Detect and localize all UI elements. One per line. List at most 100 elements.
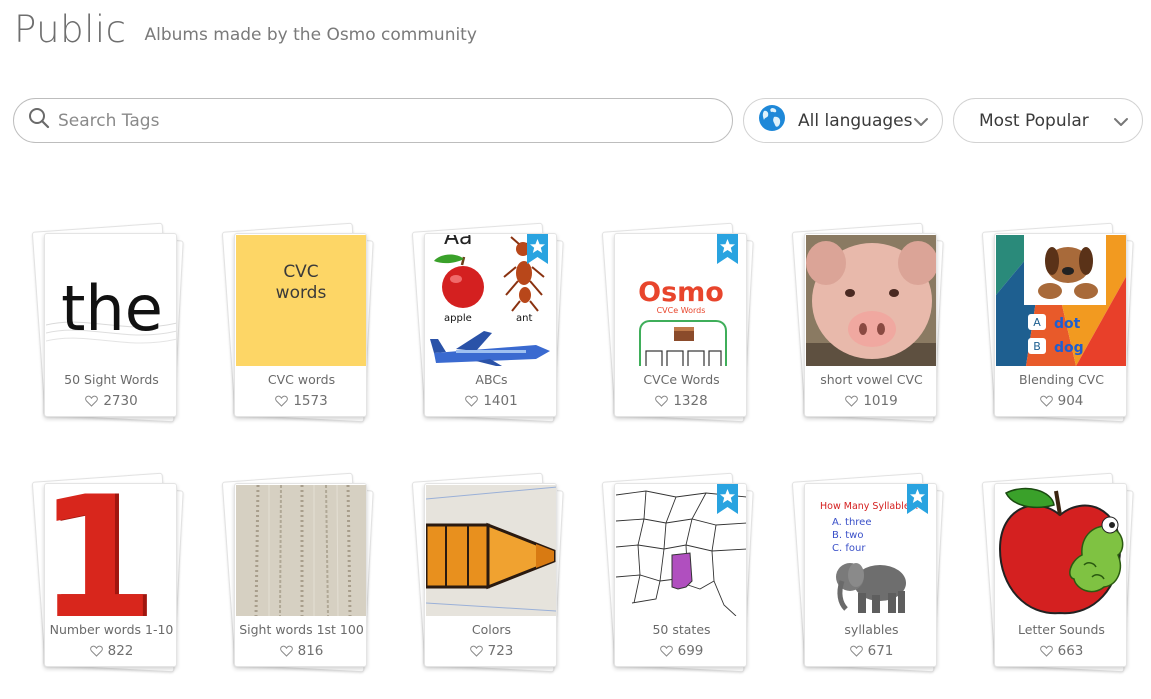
star-ribbon-icon — [717, 484, 738, 514]
album-likes: 2730 — [45, 393, 176, 409]
album-name: Colors — [471, 622, 512, 637]
album-card[interactable]: A dot B dog Blending CVC 904 — [981, 222, 1134, 423]
thumb-text: 1 — [46, 485, 154, 616]
album-card-face[interactable]: How Many Syllables? A. three B. two C. f… — [804, 483, 937, 667]
chevron-down-icon — [912, 113, 930, 131]
album-card[interactable]: How Many Syllables? A. three B. two C. f… — [791, 472, 944, 673]
heart-icon — [1039, 645, 1053, 657]
album-likes: 1573 — [235, 393, 366, 409]
album-likes: 1328 — [615, 393, 746, 409]
heart-icon — [849, 645, 863, 657]
thumb-text: words — [276, 283, 327, 303]
likes-count: 822 — [107, 643, 134, 659]
likes-count: 671 — [867, 643, 894, 659]
album-name: short vowel CVC — [820, 372, 923, 387]
album-card-face[interactable]: 1 1 Number words 1-10 822 — [44, 483, 177, 667]
album-thumbnail — [806, 235, 936, 366]
album-thumbnail — [996, 485, 1126, 616]
heart-icon — [655, 395, 669, 407]
album-card[interactable]: the 50 Sight Words 2730 — [31, 222, 184, 423]
album-card-face[interactable]: A dot B dog Blending CVC 904 — [994, 233, 1127, 417]
thumb-text: the — [61, 272, 163, 345]
album-likes: 671 — [805, 643, 936, 659]
album-card[interactable]: short vowel CVC 1019 — [791, 222, 944, 423]
sort-dropdown[interactable]: Most Popular — [953, 98, 1143, 143]
thumb-text: C. four — [832, 543, 866, 554]
album-card[interactable]: Sight words 1st 100 816 — [221, 472, 374, 673]
heart-icon — [275, 395, 289, 407]
search-bar[interactable] — [13, 98, 733, 143]
album-card-face[interactable]: Colors 723 — [424, 483, 557, 667]
album-likes: 904 — [995, 393, 1126, 409]
album-card[interactable]: CVC words CVC words 1573 — [221, 222, 374, 423]
star-ribbon-icon — [907, 484, 928, 514]
language-dropdown-label: All languages — [798, 110, 913, 131]
heart-icon — [279, 645, 293, 657]
album-thumbnail: CVC words — [236, 235, 366, 366]
page-subtitle: Albums made by the Osmo community — [144, 25, 477, 45]
search-icon — [28, 107, 50, 134]
likes-count: 699 — [677, 643, 704, 659]
thumb-text: How Many Syllables? — [820, 501, 920, 512]
likes-count: 663 — [1057, 643, 1084, 659]
album-thumbnail — [426, 485, 556, 616]
thumb-text: Osmo — [638, 277, 724, 308]
likes-count: 816 — [297, 643, 324, 659]
album-likes: 699 — [615, 643, 746, 659]
album-likes: 822 — [45, 643, 176, 659]
search-input[interactable] — [58, 110, 698, 131]
language-dropdown[interactable]: All languages — [743, 98, 943, 143]
heart-icon — [845, 395, 859, 407]
likes-count: 1328 — [673, 393, 708, 409]
album-name: Blending CVC — [1019, 372, 1104, 387]
thumb-text: A. three — [832, 517, 871, 528]
album-card[interactable]: 1 1 Number words 1-10 822 — [31, 472, 184, 673]
album-card-face[interactable]: Aa apple ant ABCs 1401 — [424, 233, 557, 417]
album-card-face[interactable]: Osmo CVCe Words CVCe Words 1328 — [614, 233, 747, 417]
thumb-text: dot — [1054, 316, 1081, 332]
album-likes: 723 — [425, 643, 556, 659]
page-title: Public — [14, 8, 127, 51]
album-name: ABCs — [475, 372, 508, 387]
album-name: Letter Sounds — [1018, 622, 1105, 637]
album-thumbnail: the — [46, 235, 176, 366]
sort-dropdown-label: Most Popular — [979, 110, 1089, 131]
album-card-face[interactable]: CVC words CVC words 1573 — [234, 233, 367, 417]
album-card[interactable]: Letter Sounds 663 — [981, 472, 1134, 673]
album-card[interactable]: Colors 723 — [411, 472, 564, 673]
page-header: Public Albums made by the Osmo community — [14, 8, 477, 51]
thumb-text: CVC — [283, 262, 318, 282]
album-likes: 1019 — [805, 393, 936, 409]
thumb-text: A — [1033, 316, 1041, 329]
album-card-face[interactable]: the 50 Sight Words 2730 — [44, 233, 177, 417]
thumb-text: Aa — [444, 235, 473, 250]
thumb-text: B — [1033, 340, 1041, 353]
star-ribbon-icon — [527, 234, 548, 264]
heart-icon — [469, 645, 483, 657]
album-card-face[interactable]: Sight words 1st 100 816 — [234, 483, 367, 667]
album-card-face[interactable]: 50 states 699 — [614, 483, 747, 667]
heart-icon — [659, 645, 673, 657]
album-card[interactable]: Aa apple ant ABCs 1401 — [411, 222, 564, 423]
album-likes: 816 — [235, 643, 366, 659]
likes-count: 723 — [487, 643, 514, 659]
thumb-text: ant — [516, 313, 532, 324]
album-thumbnail: A dot B dog — [996, 235, 1126, 366]
likes-count: 1573 — [293, 393, 328, 409]
thumb-text: apple — [444, 313, 472, 324]
album-name: CVCe Words — [643, 372, 720, 387]
likes-count: 904 — [1057, 393, 1084, 409]
album-thumbnail: 1 1 — [46, 485, 176, 616]
album-name: syllables — [844, 622, 899, 637]
album-card-face[interactable]: Letter Sounds 663 — [994, 483, 1127, 667]
album-card-face[interactable]: short vowel CVC 1019 — [804, 233, 937, 417]
thumb-text: CVCe Words — [657, 306, 706, 315]
album-card[interactable]: Osmo CVCe Words CVCe Words 1328 — [601, 222, 754, 423]
heart-icon — [85, 395, 99, 407]
album-name: 50 states — [652, 622, 711, 637]
chevron-down-icon — [1112, 113, 1130, 131]
star-ribbon-icon — [717, 234, 738, 264]
album-card[interactable]: 50 states 699 — [601, 472, 754, 673]
likes-count: 2730 — [103, 393, 138, 409]
likes-count: 1401 — [483, 393, 518, 409]
